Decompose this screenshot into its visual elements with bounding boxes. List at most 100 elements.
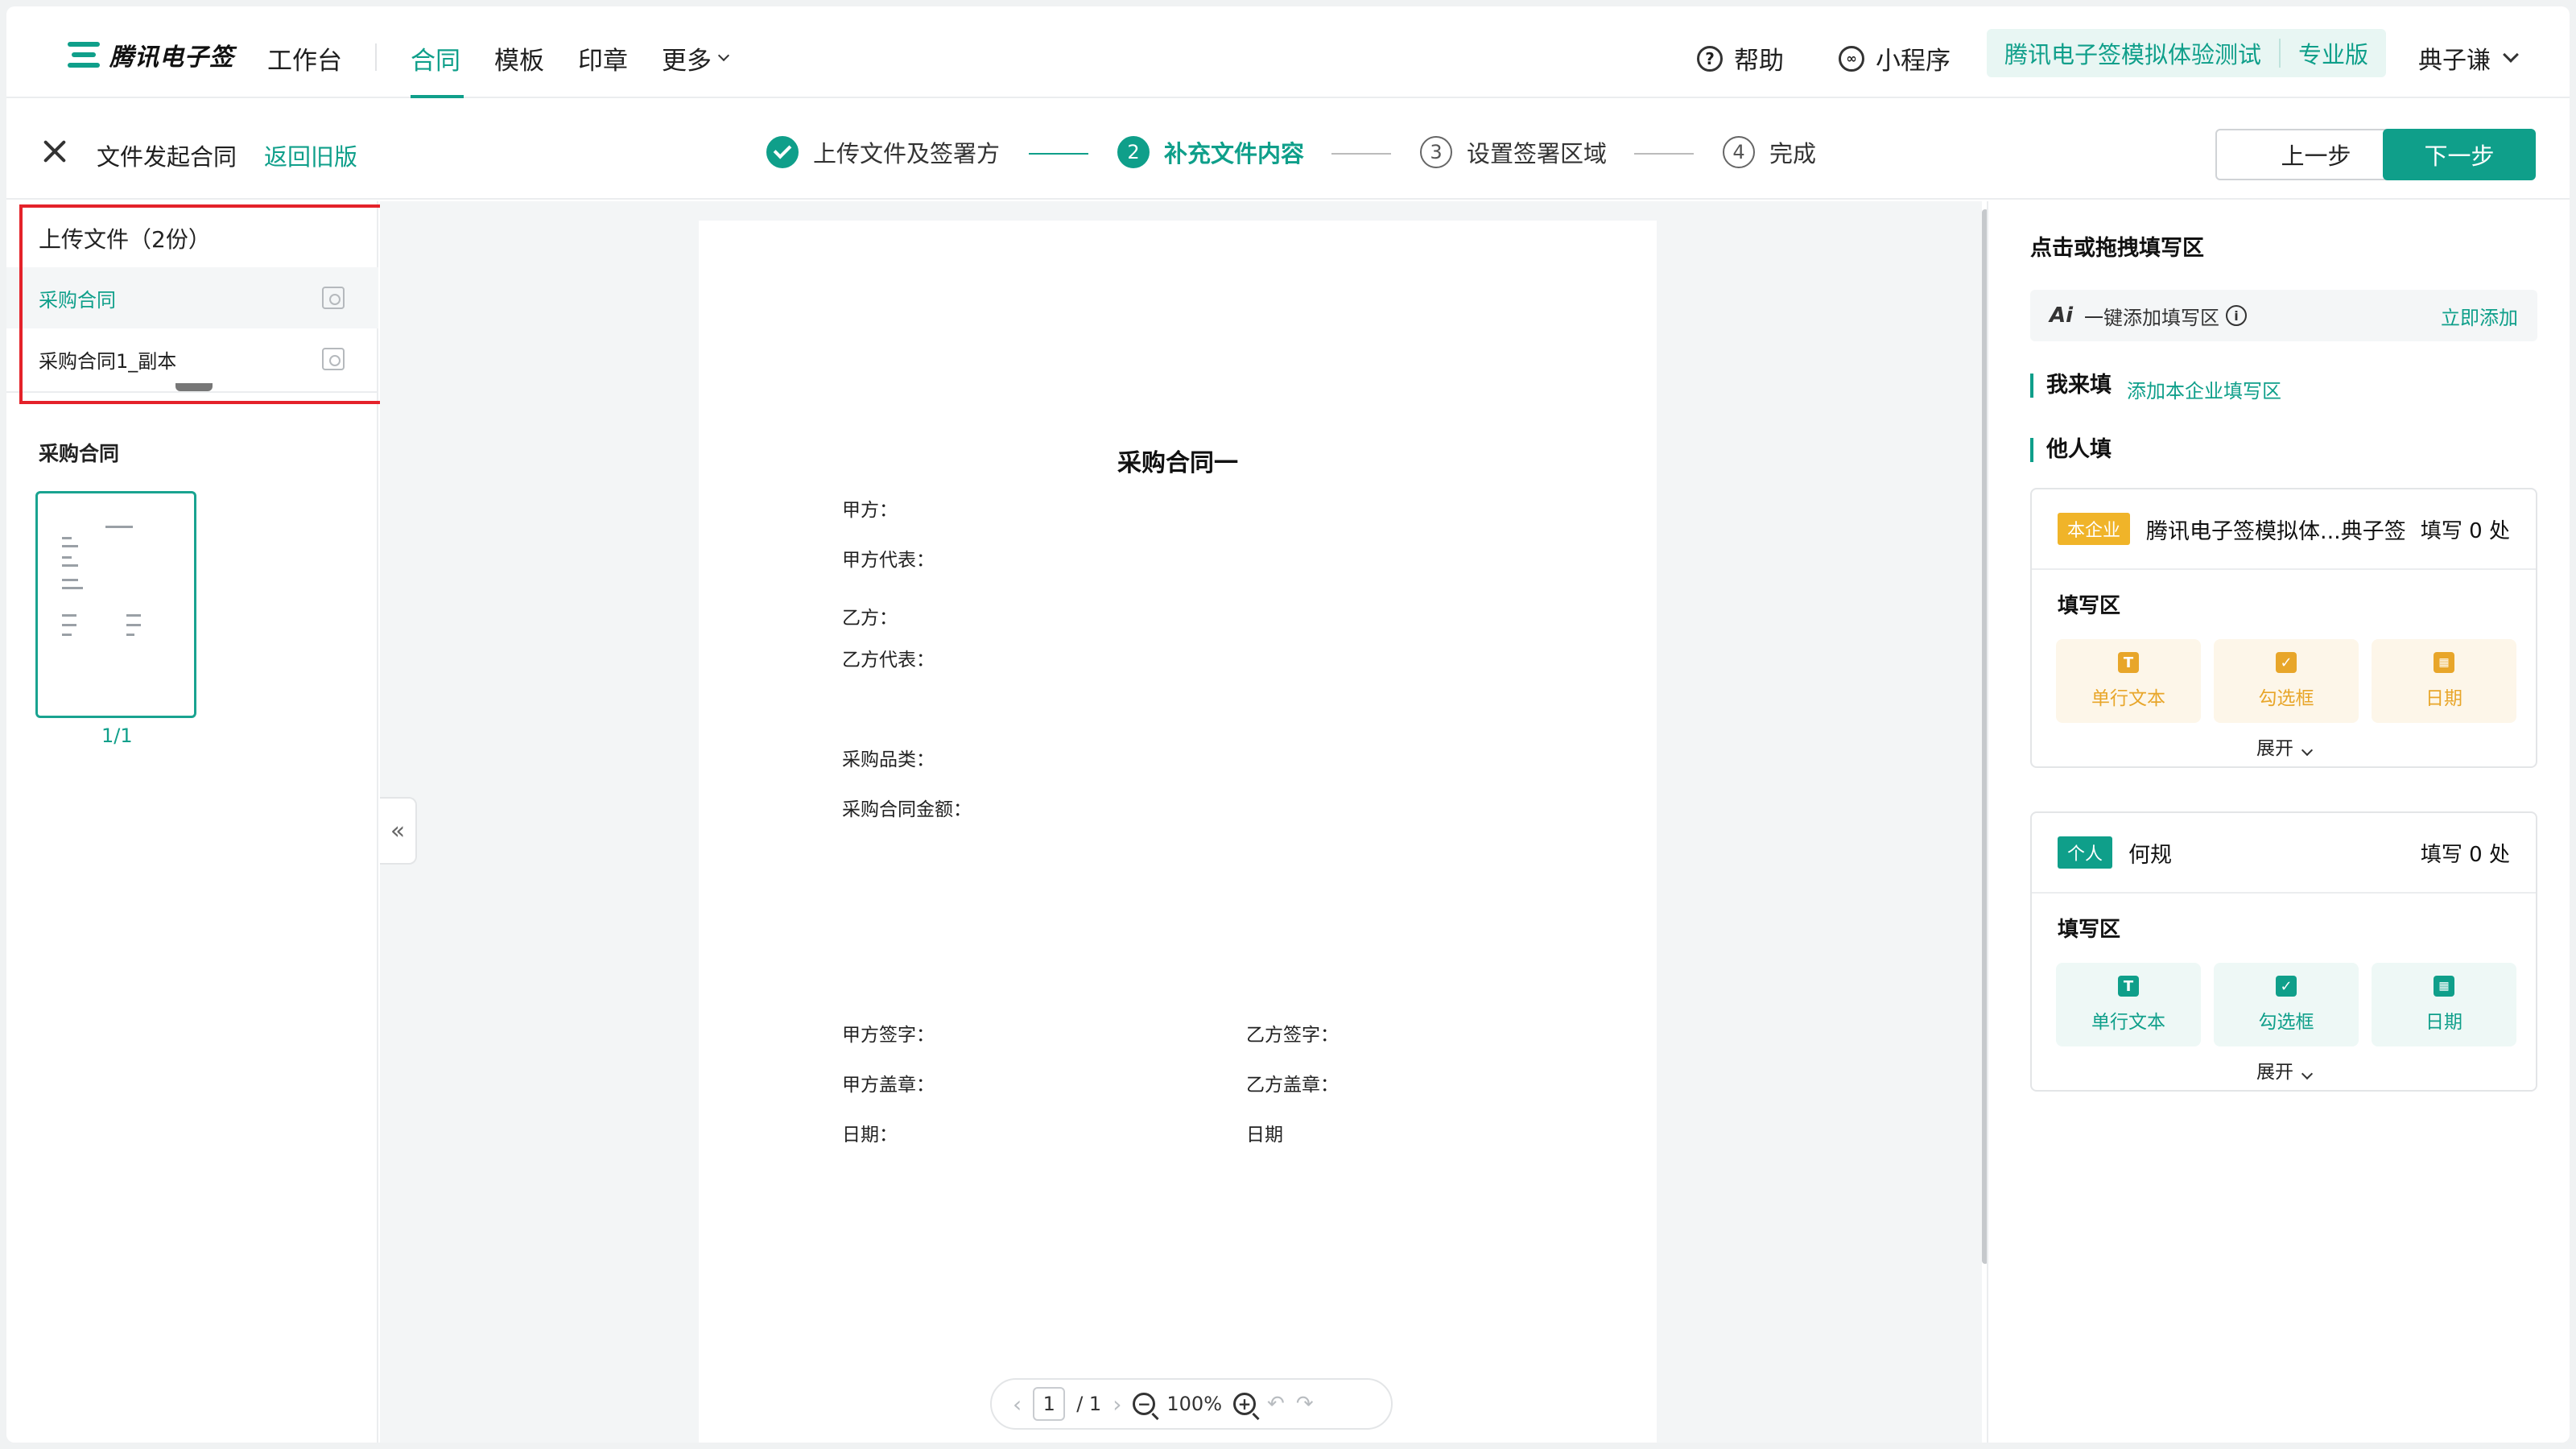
doc-field: 甲方： xyxy=(842,500,898,521)
single-line-text-tool[interactable]: T 单行文本 xyxy=(2056,963,2201,1046)
fill-area-panel: 点击或拖拽填写区 Ai 一键添加填写区 i 立即添加 我来填 添加本企业填写区 … xyxy=(1987,201,2570,1443)
info-icon[interactable]: i xyxy=(2226,305,2248,326)
doc-field: 甲方签字： xyxy=(842,1025,935,1046)
ai-add-now-button[interactable]: 立即添加 xyxy=(2441,302,2518,330)
document-page[interactable]: 采购合同一 甲方： 甲方代表： 乙方： 乙方代表： 采购品类： 采购合同金额： … xyxy=(699,221,1657,1443)
doc-field: 乙方： xyxy=(842,608,898,629)
brand-name: 腾讯电子签 xyxy=(109,43,234,72)
fill-count: 填写 0 处 xyxy=(2420,518,2510,543)
nav-seal[interactable]: 印章 xyxy=(578,40,628,76)
ai-add-bar: Ai 一键添加填写区 i 立即添加 xyxy=(2030,290,2537,341)
add-company-field-link[interactable]: 添加本企业填写区 xyxy=(2127,375,2281,403)
calendar-icon: ▦ xyxy=(2434,652,2454,673)
fill-count: 填写 0 处 xyxy=(2420,842,2510,867)
doc-field: 乙方盖章： xyxy=(1246,1075,1339,1096)
step-label: 补充文件内容 xyxy=(1164,140,1305,167)
document-title: 采购合同一 xyxy=(1117,449,1238,477)
total-pages: / 1 xyxy=(1076,1393,1102,1415)
nav-more[interactable]: 更多 xyxy=(662,40,730,76)
chevron-down-icon xyxy=(2301,1067,2314,1080)
collapse-panel-button[interactable]: « xyxy=(380,797,417,865)
fill-area-label: 填写区 xyxy=(2058,594,2121,618)
expand-toggle[interactable]: 展开 xyxy=(2032,1056,2536,1084)
page-title: 文件发起合同 xyxy=(97,143,237,171)
chevron-down-icon xyxy=(2301,744,2314,757)
brand-logo[interactable]: 腾讯电子签 xyxy=(68,37,234,72)
org-name: 腾讯电子签模拟体验测试 xyxy=(2004,41,2262,68)
next-step-button[interactable]: 下一步 xyxy=(2383,129,2536,180)
ai-icon: Ai xyxy=(2050,303,2074,328)
page-number-input[interactable]: 1 xyxy=(1033,1387,1066,1421)
step-number: 4 xyxy=(1723,136,1755,168)
tool-label: 勾选框 xyxy=(2258,688,2314,709)
date-tool[interactable]: ▦ 日期 xyxy=(2372,639,2516,723)
nav-contract[interactable]: 合同 xyxy=(411,40,460,76)
thumbnail-title: 采购合同 xyxy=(39,442,120,465)
undo-icon[interactable]: ↶ xyxy=(1267,1392,1285,1416)
expand-label: 展开 xyxy=(2256,1062,2293,1083)
mini-program-icon: ∞ xyxy=(1839,45,1864,72)
checkbox-tool[interactable]: ✓ 勾选框 xyxy=(2214,963,2359,1046)
doc-field: 日期 xyxy=(1246,1125,1283,1146)
self-fill-label: 我来填 xyxy=(2030,374,2112,398)
step-label: 设置签署区域 xyxy=(1467,140,1608,167)
prev-page-icon[interactable]: ‹ xyxy=(1013,1391,1022,1418)
signer-name: 何规 xyxy=(2128,842,2173,868)
double-chevron-left-icon: « xyxy=(390,816,406,845)
step-finish: 4 完成 xyxy=(1723,135,1816,169)
nav-workbench[interactable]: 工作台 xyxy=(267,40,342,76)
doc-field: 采购品类： xyxy=(842,749,935,770)
signer-card-company: 本企业 腾讯电子签模拟体...典子签 填写 0 处 填写区 T 单行文本 ✓ 勾… xyxy=(2030,488,2537,768)
tool-label: 勾选框 xyxy=(2258,1012,2314,1033)
user-menu[interactable]: 典子谦 xyxy=(2418,40,2519,76)
document-viewer: « 采购合同一 甲方： 甲方代表： 乙方： 乙方代表： 采购品类： 采购合同金额… xyxy=(380,201,1988,1443)
doc-field: 采购合同金额： xyxy=(842,799,972,820)
signer-name: 腾讯电子签模拟体...典子签 xyxy=(2146,518,2406,544)
date-tool[interactable]: ▦ 日期 xyxy=(2372,963,2516,1046)
panel-title: 点击或拖拽填写区 xyxy=(2030,236,2204,261)
tool-label: 日期 xyxy=(2425,688,2462,709)
file-list-panel: 上传文件（2份） 采购合同 采购合同1_副本 采购合同 1/1 xyxy=(6,201,448,1443)
help-icon: ? xyxy=(1697,45,1723,72)
step-connector xyxy=(1331,153,1391,155)
mini-program-link[interactable]: ∞ 小程序 xyxy=(1839,40,1951,76)
checkbox-tool[interactable]: ✓ 勾选框 xyxy=(2214,639,2359,723)
redo-icon[interactable]: ↷ xyxy=(1296,1392,1314,1416)
help-link[interactable]: ? 帮助 xyxy=(1697,40,1784,76)
step-upload: 上传文件及签署方 xyxy=(766,135,1000,169)
next-page-icon[interactable]: › xyxy=(1113,1391,1121,1418)
signer-type-badge: 个人 xyxy=(2058,836,2113,869)
org-switcher[interactable]: 腾讯电子签模拟体验测试 专业版 xyxy=(1987,29,2387,77)
brand-mark-icon xyxy=(68,40,100,69)
step-supplement: 2 补充文件内容 xyxy=(1117,135,1304,169)
top-nav: 腾讯电子签 工作台 合同 模板 印章 更多 ? 帮助 ∞ 小程序 腾讯电子签模拟… xyxy=(6,6,2570,98)
mini-program-label: 小程序 xyxy=(1876,47,1951,76)
step-done-check-icon xyxy=(766,136,799,168)
close-icon[interactable] xyxy=(42,138,68,164)
calendar-icon: ▦ xyxy=(2434,976,2454,997)
user-name: 典子谦 xyxy=(2418,47,2491,75)
signer-header: 本企业 腾讯电子签模拟体...典子签 填写 0 处 xyxy=(2032,489,2536,570)
single-line-text-tool[interactable]: T 单行文本 xyxy=(2056,639,2201,723)
fill-area-label: 填写区 xyxy=(2058,918,2121,942)
thumbnail-page-number: 1/1 xyxy=(101,724,133,747)
zoom-out-icon[interactable]: − xyxy=(1133,1393,1156,1415)
nav-template[interactable]: 模板 xyxy=(494,40,544,76)
nav-divider xyxy=(375,43,377,71)
chevron-down-icon xyxy=(2503,47,2519,63)
step-connector xyxy=(1634,153,1694,155)
expand-toggle[interactable]: 展开 xyxy=(2032,733,2536,760)
flow-header: 文件发起合同 返回旧版 上传文件及签署方 2 补充文件内容 3 设置签署区域 4… xyxy=(6,100,2570,200)
page-thumbnail[interactable] xyxy=(35,491,196,718)
zoom-in-icon[interactable]: + xyxy=(1233,1393,1257,1415)
text-icon: T xyxy=(2118,976,2139,997)
step-number: 3 xyxy=(1420,136,1452,168)
checkbox-icon: ✓ xyxy=(2276,652,2297,673)
doc-field: 甲方代表： xyxy=(842,550,935,571)
back-to-old-version-link[interactable]: 返回旧版 xyxy=(264,138,357,172)
org-plan-badge: 专业版 xyxy=(2298,41,2369,68)
signer-card-personal: 个人 何规 填写 0 处 填写区 T 单行文本 ✓ 勾选框 ▦ 日期 展开 xyxy=(2030,811,2537,1092)
page-toolbar: ‹ 1 / 1 › − 100% + ↶ ↷ xyxy=(990,1378,1393,1430)
doc-field: 乙方代表： xyxy=(842,650,935,671)
checkbox-icon: ✓ xyxy=(2276,976,2297,997)
